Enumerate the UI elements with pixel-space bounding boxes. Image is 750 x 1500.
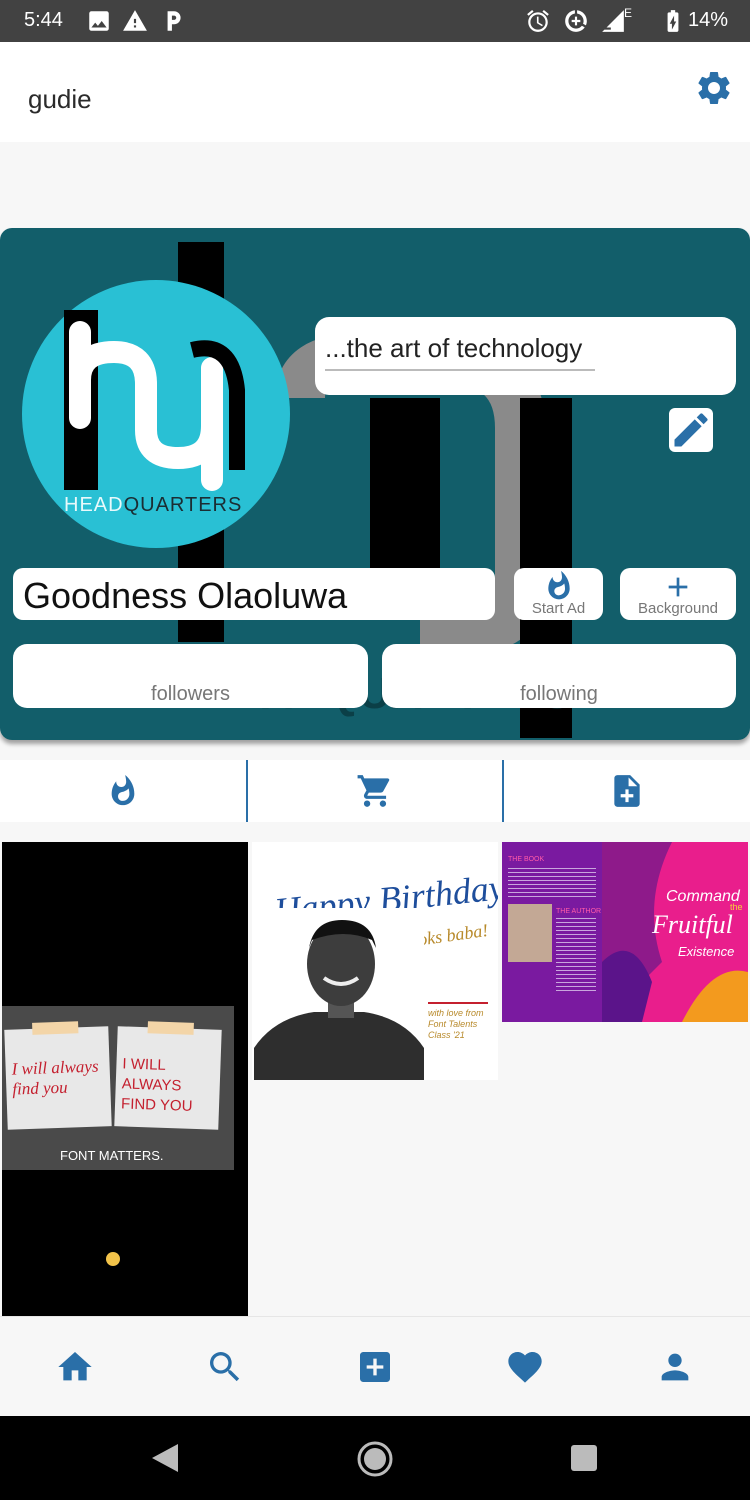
tagline-underline <box>325 369 595 371</box>
signal-icon <box>602 10 624 32</box>
emoji-icon <box>106 1252 120 1266</box>
author-heading: THE AUTHOR <box>556 908 602 915</box>
heart-icon[interactable] <box>505 1347 545 1387</box>
home-circle-icon[interactable] <box>356 1440 394 1478</box>
system-navigation <box>0 1416 750 1500</box>
book-title-command: Command <box>666 888 740 905</box>
add-box-icon[interactable] <box>355 1347 395 1387</box>
image-icon <box>89 11 109 31</box>
followers-box[interactable]: followers <box>13 644 368 708</box>
post-grid: I will always find you I WILL ALWAYS FIN… <box>0 842 750 1316</box>
following-label: following <box>520 683 598 705</box>
background-button[interactable]: Background <box>620 568 736 620</box>
book-back-cover: THE BOOK THE AUTHOR <box>502 842 602 1022</box>
app-header: gudie <box>0 42 750 142</box>
flame-icon <box>548 570 570 600</box>
profile-tabs <box>0 760 750 822</box>
battery-icon <box>667 10 679 32</box>
recents-icon[interactable] <box>570 1444 598 1472</box>
home-icon[interactable] <box>55 1347 95 1387</box>
tagline-text: ...the art of technology <box>325 333 583 363</box>
book-title-existence: Existence <box>678 944 735 959</box>
display-name-field[interactable]: Goodness Olaoluwa <box>13 568 495 620</box>
headquarters-logo: HEADQUARTERS <box>22 280 290 548</box>
username: gudie <box>28 84 92 114</box>
cart-icon <box>357 775 390 807</box>
data-saver-icon <box>565 10 587 32</box>
back-icon[interactable] <box>150 1442 180 1474</box>
warning-icon <box>123 10 147 31</box>
post-birthday[interactable]: Happy Birthday Otoks baba! with love fro… <box>252 842 498 1080</box>
sticky-note-left: I will always find you <box>4 1021 112 1130</box>
post-font-matters[interactable]: I will always find you I WILL ALWAYS FIN… <box>2 842 248 1316</box>
alarm-icon <box>527 9 549 32</box>
tab-documents[interactable] <box>504 760 750 822</box>
battery-percent: 14% <box>687 9 728 31</box>
note-right-text: I WILL ALWAYS FIND YOU <box>120 1055 193 1115</box>
search-icon[interactable] <box>205 1347 245 1387</box>
logo-text-head: HEAD <box>64 494 124 516</box>
parking-icon <box>167 11 181 31</box>
sticky-note-right: I WILL ALWAYS FIND YOU <box>114 1021 222 1130</box>
book-heading: THE BOOK <box>508 856 545 863</box>
status-time: 5:44 <box>24 9 63 31</box>
flame-icon <box>111 774 135 806</box>
background-label: Background <box>637 600 719 617</box>
start-ad-button[interactable]: Start Ad <box>514 568 603 620</box>
author-photo <box>508 904 552 962</box>
network-badge: E <box>624 6 633 20</box>
plus-icon <box>668 577 688 597</box>
pencil-icon <box>674 413 708 447</box>
logo-text-quarters: QUARTERS <box>123 494 243 516</box>
logo-wordmark: HEADQUARTERS <box>64 494 242 517</box>
profile-card: HEADQUARTERS HEADQUARTERS ...the art of … <box>0 228 750 740</box>
portrait-photo <box>254 908 424 1080</box>
post-caption: FONT MATTERS. <box>60 1148 164 1163</box>
book-title-fruitful: Fruitful <box>652 910 733 939</box>
tab-posts[interactable] <box>0 760 246 822</box>
birthday-signoff: with love from Font Talents Class '21 <box>428 1008 484 1040</box>
person-icon[interactable] <box>655 1347 695 1387</box>
tagline-field[interactable]: ...the art of technology <box>315 317 736 395</box>
start-ad-label: Start Ad <box>531 600 586 617</box>
followers-label: followers <box>151 683 230 705</box>
post-book[interactable]: THE BOOK THE AUTHOR Command the Fruitful… <box>502 842 748 1022</box>
tab-shop[interactable] <box>248 760 502 822</box>
status-bar: 5:44 E 14% <box>0 0 750 42</box>
gear-icon[interactable] <box>694 68 734 108</box>
edit-profile-button[interactable] <box>669 408 713 452</box>
display-name: Goodness Olaoluwa <box>23 575 348 616</box>
note-left-text: I will always find you <box>11 1056 99 1099</box>
following-box[interactable]: following <box>382 644 736 708</box>
bottom-navigation <box>0 1316 750 1416</box>
note-add-icon <box>614 775 640 807</box>
